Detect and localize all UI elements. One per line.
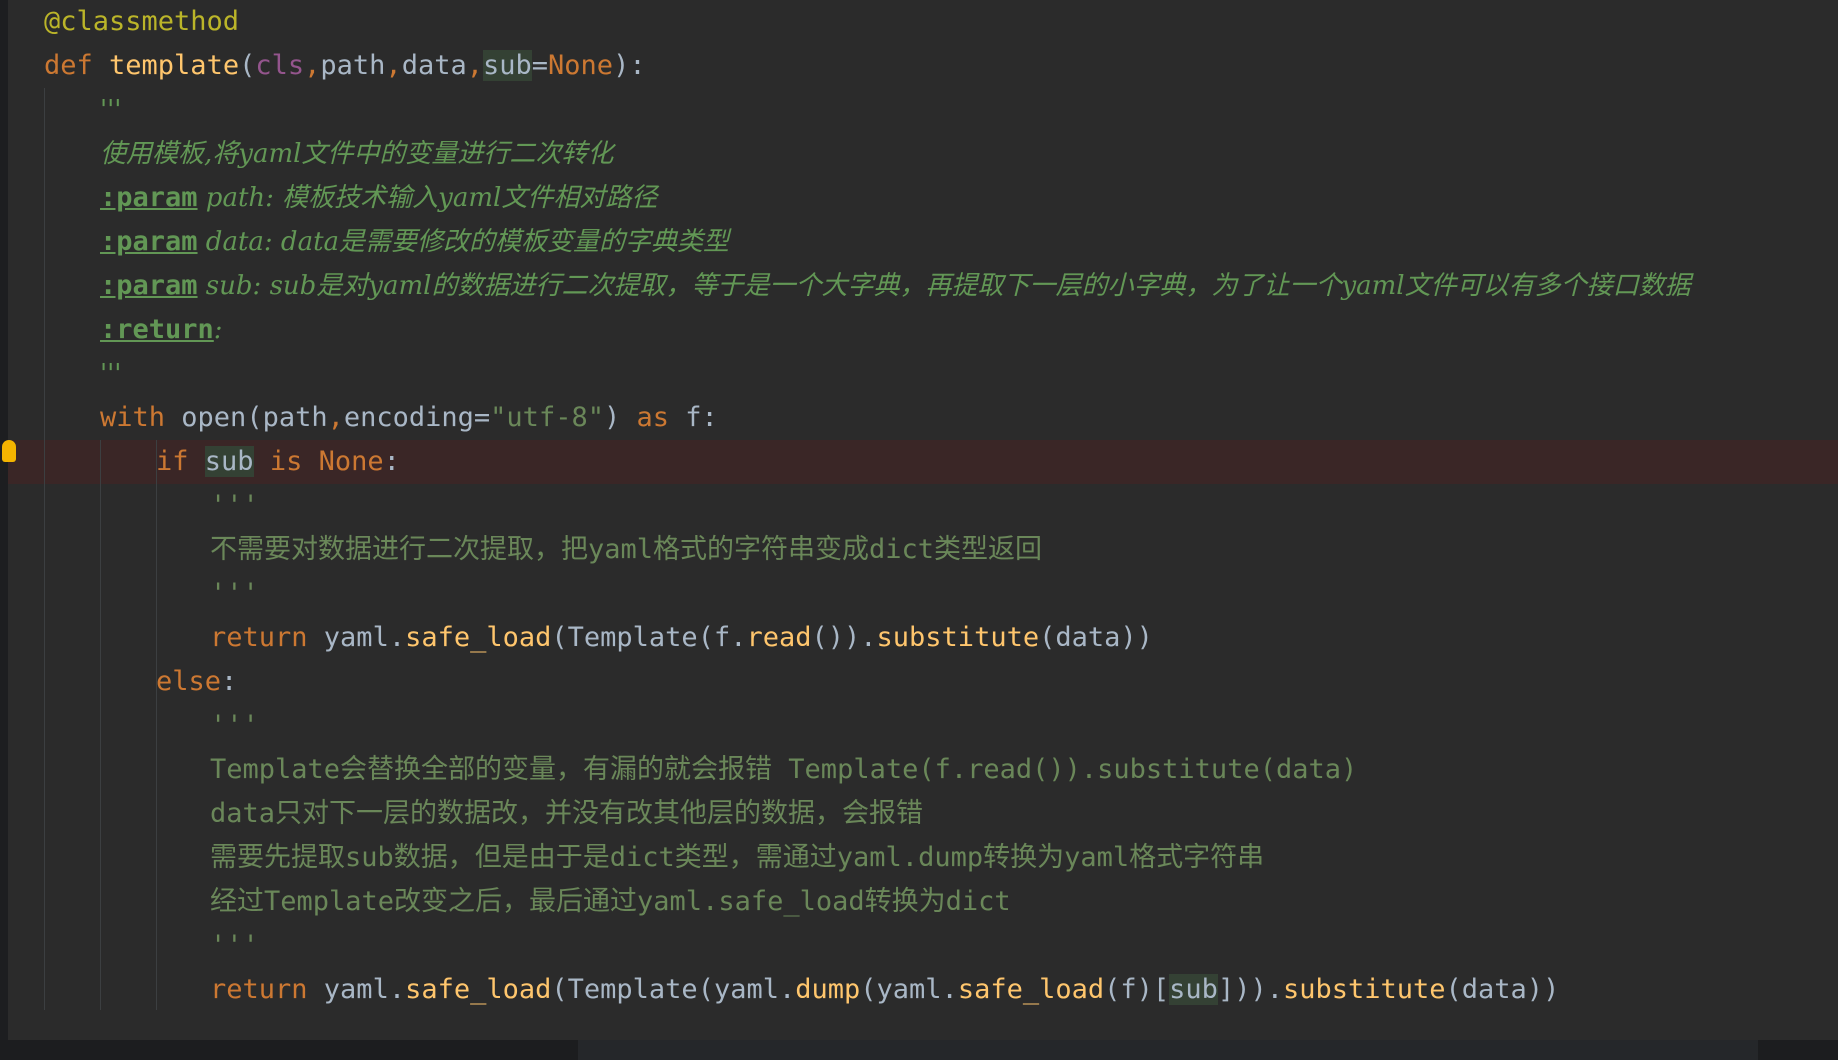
code-token: as — [636, 402, 686, 433]
code-token: (data)) — [1039, 622, 1153, 653]
code-token: yaml. — [323, 622, 406, 653]
code-token: sub — [482, 50, 532, 81]
code-token: Template会替换全部的变量，有漏的就会报错 Template(f.read… — [210, 754, 1358, 785]
lightbulb-icon[interactable] — [2, 440, 16, 462]
indent-guide — [156, 440, 157, 1010]
code-token: sub — [204, 446, 254, 477]
code-token: path: 模板技术输入yaml文件相对路径 — [197, 183, 658, 213]
code-line[interactable]: @classmethod — [8, 0, 1838, 44]
code-token: safe_load — [405, 974, 552, 1005]
indent-guide — [44, 88, 45, 1010]
code-token: 需要先提取sub数据，但是由于是dict类型，需通过yaml.dump转换为ya… — [210, 842, 1265, 873]
code-token: : — [221, 666, 238, 697]
background-window — [578, 1040, 1758, 1060]
code-line[interactable]: ''' — [8, 704, 1838, 748]
code-line[interactable]: :param path: 模板技术输入yaml文件相对路径 — [8, 176, 1838, 220]
code-token: def — [44, 50, 110, 81]
code-token: (f)[ — [1104, 974, 1170, 1005]
code-token: is — [253, 446, 319, 477]
code-token: ''' — [100, 95, 122, 125]
code-line[interactable]: data只对下一层的数据改，并没有改其他层的数据，会报错 — [8, 792, 1838, 836]
code-line[interactable]: with open(path,encoding="utf-8") as f: — [8, 396, 1838, 440]
code-token: :param — [100, 226, 198, 257]
code-token: return — [210, 622, 324, 653]
code-token: substitute — [876, 622, 1040, 653]
code-token: encoding= — [343, 402, 491, 433]
code-line[interactable]: ''' — [8, 88, 1838, 132]
code-line[interactable]: else: — [8, 660, 1838, 704]
code-token: template — [109, 50, 240, 81]
code-editor[interactable]: @classmethod def template(cls,path,data,s… — [8, 0, 1838, 1040]
code-line[interactable]: Template会替换全部的变量，有漏的就会报错 Template(f.read… — [8, 748, 1838, 792]
code-token: 使用模板,将yaml文件中的变量进行二次转化 — [100, 139, 614, 169]
code-token: safe_load — [957, 974, 1105, 1005]
code-token: substitute — [1282, 974, 1446, 1005]
code-token: 不需要对数据进行二次提取，把yaml格式的字符串变成dict类型返回 — [210, 534, 1043, 565]
code-token: cls — [255, 50, 305, 81]
code-line[interactable]: ''' — [8, 484, 1838, 528]
code-token: if — [156, 446, 205, 477]
code-token: :param — [100, 182, 198, 213]
code-line[interactable]: return yaml.safe_load(Template(yaml.dump… — [8, 968, 1838, 1012]
code-token: ( — [239, 50, 256, 81]
code-token: f: — [685, 402, 718, 433]
code-line[interactable]: :param sub: sub是对yaml的数据进行二次提取，等于是一个大字典，… — [8, 264, 1838, 308]
code-token: open — [181, 402, 247, 433]
code-line[interactable]: 使用模板,将yaml文件中的变量进行二次转化 — [8, 132, 1838, 176]
code-token: ): — [613, 50, 646, 81]
code-token: ) — [603, 402, 637, 433]
code-token: ''' — [210, 930, 259, 961]
code-line[interactable]: 经过Template改变之后，最后通过yaml.safe_load转换为dict — [8, 880, 1838, 924]
code-line[interactable]: 不需要对数据进行二次提取，把yaml格式的字符串变成dict类型返回 — [8, 528, 1838, 572]
code-line[interactable]: :return: — [8, 308, 1838, 352]
code-line[interactable]: def template(cls,path,data,sub=None): — [8, 44, 1838, 88]
code-token: : — [383, 446, 400, 477]
code-token: with — [100, 402, 182, 433]
code-line[interactable]: :param data: data是需要修改的模板变量的字典类型 — [8, 220, 1838, 264]
code-token: ])). — [1217, 974, 1283, 1005]
code-token: :return — [100, 314, 214, 345]
code-token: , — [327, 402, 344, 433]
code-token: data — [401, 50, 467, 81]
code-token: sub: sub是对yaml的数据进行二次提取，等于是一个大字典，再提取下一层的… — [197, 271, 1691, 301]
code-token: , — [304, 50, 321, 81]
code-token: yaml. — [323, 974, 406, 1005]
code-token: 经过Template改变之后，最后通过yaml.safe_load转换为dict — [210, 886, 1011, 917]
code-token: data: data是需要修改的模板变量的字典类型 — [197, 227, 730, 257]
code-token: "utf-8" — [490, 402, 604, 433]
code-line[interactable]: ''' — [8, 352, 1838, 396]
code-token: sub — [1169, 974, 1218, 1005]
code-line[interactable]: ''' — [8, 924, 1838, 968]
code-token: ''' — [210, 710, 259, 741]
code-token: ''' — [100, 359, 122, 389]
code-token: (data)) — [1445, 974, 1560, 1005]
code-token: (Template(f. — [551, 622, 747, 653]
code-token: None — [548, 50, 614, 81]
code-token: dump — [795, 974, 861, 1005]
code-token: @classmethod — [44, 6, 240, 37]
code-token: ''' — [210, 578, 259, 609]
code-token: path — [320, 50, 386, 81]
code-token: (Template(yaml. — [551, 974, 796, 1005]
code-token: return — [210, 974, 324, 1005]
code-line[interactable]: return yaml.safe_load(Template(f.read())… — [8, 616, 1838, 660]
code-token: = — [531, 50, 549, 81]
code-line[interactable]: 需要先提取sub数据，但是由于是dict类型，需通过yaml.dump转换为ya… — [8, 836, 1838, 880]
code-token: (path — [246, 402, 328, 433]
code-token: data只对下一层的数据改，并没有改其他层的数据，会报错 — [210, 798, 924, 829]
code-line[interactable]: if sub is None: — [8, 440, 1838, 484]
code-token: safe_load — [405, 622, 552, 653]
code-token: else — [156, 666, 222, 697]
code-token: :param — [100, 270, 198, 301]
code-token: : — [213, 315, 223, 345]
code-token: (yaml. — [860, 974, 958, 1005]
code-token: ()). — [811, 622, 877, 653]
code-token: None — [318, 446, 384, 477]
code-token: , — [466, 50, 483, 81]
indent-guide — [100, 440, 101, 1010]
code-token: ''' — [210, 490, 259, 521]
code-token: , — [385, 50, 402, 81]
code-token: read — [746, 622, 812, 653]
code-line[interactable]: ''' — [8, 572, 1838, 616]
